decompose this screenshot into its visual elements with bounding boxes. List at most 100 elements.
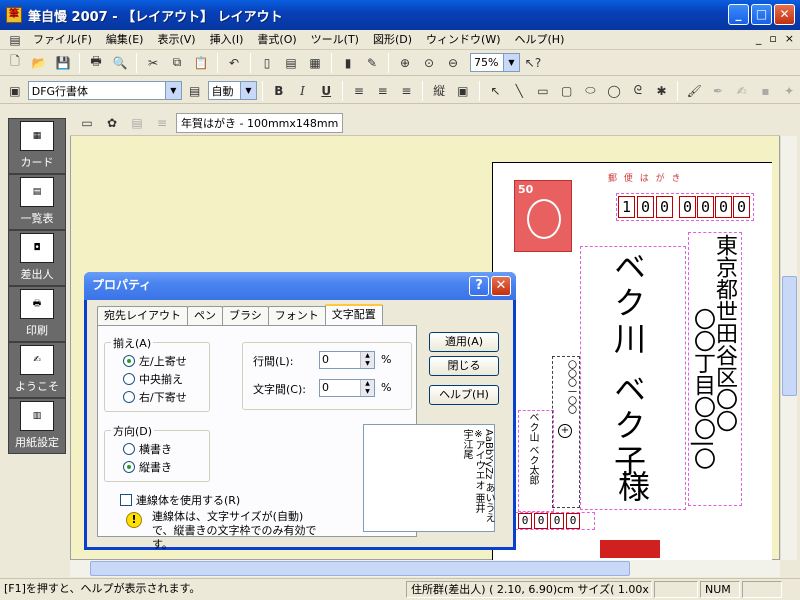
list-view-icon[interactable]: ▤ [280,52,302,74]
menu-shape[interactable]: 図形(D) [366,31,419,49]
sender-name[interactable]: ベク山 ベク太郎 [526,412,538,485]
side-button-welcome[interactable]: ✍ ようこそ [8,342,66,398]
layout-icon[interactable]: ▭ [76,112,98,134]
zoom-icon[interactable]: ⊙ [418,52,440,74]
circle-icon[interactable]: ◯ [603,80,625,102]
close-dialog-button[interactable]: 閉じる [429,356,499,376]
line-icon[interactable]: ╲ [508,80,530,102]
page-prev-icon[interactable]: ▤ [126,112,148,134]
menu-help[interactable]: ヘルプ(H) [508,31,572,49]
properties-icon[interactable]: ▣ [4,80,26,102]
save-icon[interactable]: 💾 [52,52,74,74]
align-right-icon[interactable]: ≡ [396,80,418,102]
sender-address[interactable]: 〇〇〇一〇〇 [566,360,576,414]
copy-icon[interactable]: ⧉ [166,52,188,74]
line-spacing-input[interactable]: 0 ▲ ▼ [319,351,375,369]
zoom-in-icon[interactable]: ⊕ [394,52,416,74]
char-spacing-input[interactable]: 0 ▲ ▼ [319,379,375,397]
menu-edit[interactable]: 編集(E) [99,31,151,49]
paste-icon[interactable]: 📋 [190,52,212,74]
paint-icon[interactable]: 🖌 [683,80,705,102]
menu-insert[interactable]: 挿入(I) [203,31,251,49]
align-center-icon[interactable]: ≡ [372,80,394,102]
undo-icon[interactable]: ↶ [223,52,245,74]
table-view-icon[interactable]: ▦ [304,52,326,74]
menu-tools[interactable]: ツール(T) [304,31,366,49]
rectangle-icon[interactable]: ▭ [532,80,554,102]
dialog-help-button[interactable]: ? [469,276,489,296]
rounded-rectangle-icon[interactable]: ▢ [556,80,578,102]
apply-button[interactable]: 適用(A) [429,332,499,352]
print-preview-icon[interactable]: 🔍 [109,52,131,74]
chevron-down-icon[interactable]: ▼ [503,54,519,71]
address-line-2[interactable]: 〇〇丁目〇〇|〇 [690,308,715,469]
radio-align-left[interactable]: 左/上寄せ [123,353,187,369]
tab-pen[interactable]: ペン [187,306,223,325]
font-settings-icon[interactable]: ▤ [184,80,206,102]
underline-button[interactable]: U [315,80,337,102]
page-next-icon[interactable]: ≡ [151,112,173,134]
move-handle-icon[interactable]: + [558,424,572,438]
horizontal-scrollbar[interactable] [70,560,780,577]
mdi-close-button[interactable]: × [785,32,794,45]
address-line-1[interactable]: 東京都世田谷区〇〇 [712,234,737,432]
italic-button[interactable]: I [292,80,314,102]
chevron-down-icon[interactable]: ▼ [164,82,181,99]
fill-icon[interactable]: ▪ [755,80,777,102]
brush-icon[interactable]: ✍ [731,80,753,102]
font-select[interactable]: DFG行書体 ▼ [27,81,182,100]
menu-window[interactable]: ウィンドウ(W) [419,31,507,49]
zoom-out-icon[interactable]: ⊖ [442,52,464,74]
mdi-restore-button[interactable]: ▫ [769,32,776,45]
dialog-close-button[interactable]: ✕ [491,276,511,296]
help-button[interactable]: ヘルプ(H) [429,385,499,405]
pen-icon[interactable]: ✒ [707,80,729,102]
menu-view[interactable]: 表示(V) [150,31,202,49]
side-button-sender[interactable]: ◘ 差出人 [8,230,66,286]
card-view-icon[interactable]: ▯ [256,52,278,74]
stamp-icon[interactable]: ✿ [101,112,123,134]
chevron-down-icon[interactable]: ▼ [239,82,256,99]
menu-format[interactable]: 書式(O) [250,31,303,49]
radio-horizontal[interactable]: 横書き [123,441,172,457]
freeform-icon[interactable]: ᘓ [627,80,649,102]
effect-icon[interactable]: ✦ [778,80,800,102]
tab-brush[interactable]: ブラシ [222,306,269,325]
open-icon[interactable]: 📂 [28,52,50,74]
side-button-list[interactable]: ▤ 一覧表 [8,174,66,230]
radio-align-center[interactable]: 中央揃え [123,371,183,387]
wizard-icon[interactable]: ✎ [361,52,383,74]
context-help-icon[interactable]: ↖? [522,52,544,74]
tab-text-layout[interactable]: 文字配置 [324,304,383,325]
honorific[interactable]: 様 [613,470,651,502]
print-icon[interactable]: 🖶 [85,52,107,74]
vertical-text-button[interactable]: 縦 [428,80,450,102]
new-icon[interactable]: 🗋 [4,52,26,74]
side-button-print[interactable]: 🖶 印刷 [8,286,66,342]
page-icon[interactable]: ▮ [337,52,359,74]
bold-button[interactable]: B [268,80,290,102]
size-select[interactable]: 自動 ▼ [207,81,257,100]
close-button[interactable]: ✕ [774,4,795,25]
mdi-minimize-button[interactable]: _ [756,32,762,45]
align-left-icon[interactable]: ≡ [348,80,370,102]
side-button-paper[interactable]: ▥ 用紙設定 [8,398,66,454]
menu-file[interactable]: ファイル(F) [26,31,99,49]
maximize-button[interactable]: □ [751,4,772,25]
recipient-name[interactable]: ベク川 ベク子 [609,250,647,480]
cut-icon[interactable]: ✂ [142,52,164,74]
ellipse-icon[interactable]: ⬭ [580,80,602,102]
frame-icon[interactable]: ▣ [452,80,474,102]
pointer-icon[interactable]: ↖ [485,80,507,102]
star-icon[interactable]: ✱ [651,80,673,102]
linked-font-checkbox[interactable]: 連線体を使用する(R) [120,492,240,508]
minimize-button[interactable]: _ [728,4,749,25]
radio-vertical[interactable]: 縦書き [123,459,172,475]
tab-font[interactable]: フォント [267,306,326,325]
radio-align-right[interactable]: 右/下寄せ [123,389,187,405]
zoom-select[interactable]: 75% ▼ [470,53,520,72]
doc-icon[interactable]: ▤ [4,29,26,51]
vertical-scrollbar[interactable] [780,136,797,560]
side-button-card[interactable]: ▦ カード [8,118,66,174]
tab-address-layout[interactable]: 宛先レイアウト [97,306,188,325]
